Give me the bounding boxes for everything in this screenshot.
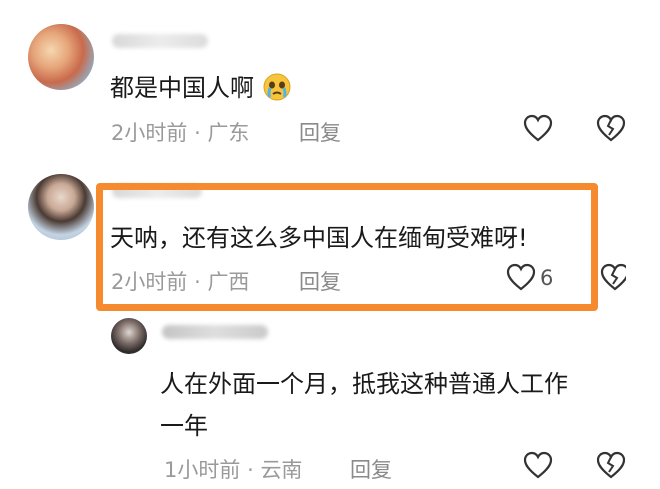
comment-meta: 1小时前 · 云南 [164,458,303,482]
comment-text: 都是中国人啊 [110,68,292,103]
crying-face-emoji [262,72,292,102]
avatar[interactable] [28,24,94,90]
broken-heart-icon[interactable] [600,263,626,291]
heart-icon[interactable] [523,451,553,479]
avatar[interactable] [28,174,94,240]
avatar[interactable] [111,318,147,354]
comment-text-line1: 人在外面一个月，抵我这种普通人工作 [160,370,568,398]
heart-icon[interactable] [523,114,553,142]
highlight-box [96,183,598,311]
username-blurred[interactable] [162,325,268,339]
broken-heart-icon[interactable] [596,451,626,479]
reply-button[interactable]: 回复 [299,117,341,147]
comment-meta: 2小时前 · 广东 [111,121,250,145]
reply-button[interactable]: 回复 [350,454,392,484]
username-blurred[interactable] [112,34,208,48]
broken-heart-icon[interactable] [596,114,626,142]
comment-text-line2: 一年 [160,412,208,440]
